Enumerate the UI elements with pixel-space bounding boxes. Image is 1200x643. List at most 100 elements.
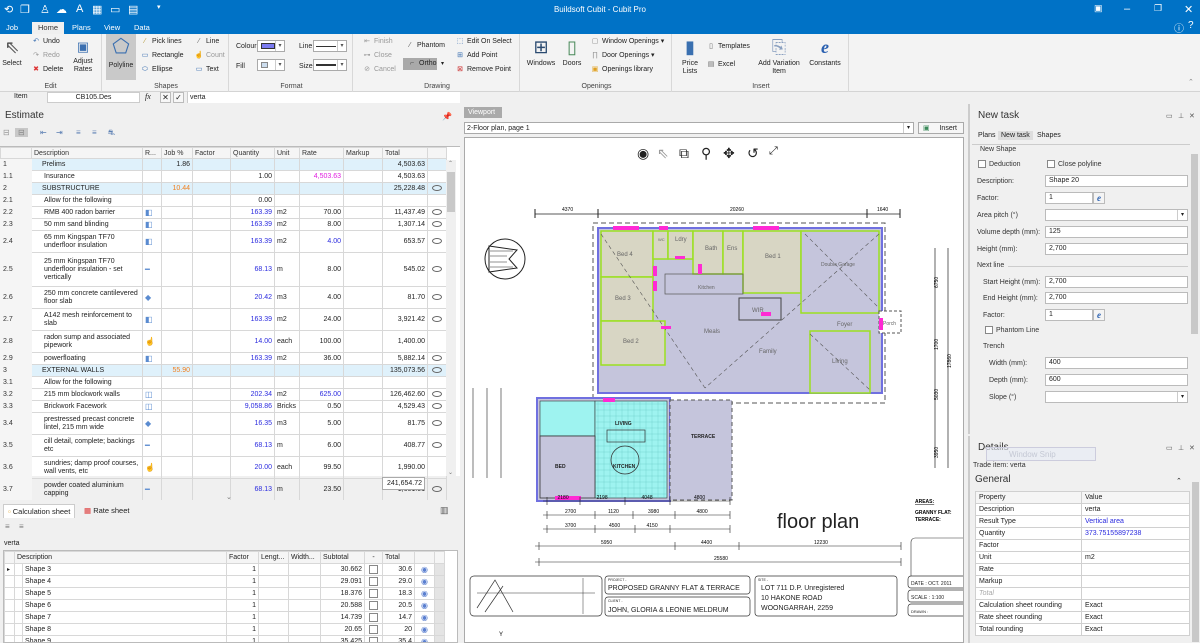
job-pct-cell[interactable] bbox=[161, 388, 193, 401]
doors-button[interactable]: ▯ Doors bbox=[560, 36, 584, 68]
tab-data[interactable]: Data bbox=[128, 22, 156, 34]
table-row[interactable]: 3.1 Allow for the following bbox=[0, 376, 447, 389]
job-pct-cell[interactable] bbox=[161, 206, 193, 219]
total-cell[interactable]: 29.0 bbox=[382, 575, 416, 588]
insert-row-above-icon[interactable]: ≡ bbox=[76, 128, 81, 137]
factor-cell[interactable] bbox=[192, 364, 231, 377]
close-button[interactable]: ✕ bbox=[1184, 3, 1193, 16]
unit-cell[interactable]: m bbox=[274, 434, 300, 457]
deduct-checkbox[interactable] bbox=[369, 613, 379, 622]
width-cell[interactable] bbox=[288, 599, 322, 612]
col-width[interactable]: Width... bbox=[288, 551, 322, 564]
unit-cell[interactable]: Bricks bbox=[274, 400, 300, 413]
rate-cell[interactable] bbox=[299, 158, 344, 171]
quantity-cell[interactable] bbox=[230, 182, 275, 195]
measure-type-cell[interactable]: ━ bbox=[142, 478, 162, 501]
eye-icon[interactable]: ◉ bbox=[421, 601, 428, 610]
quantity-cell[interactable]: 20.42 bbox=[230, 286, 275, 309]
job-pct-cell[interactable] bbox=[161, 252, 193, 287]
table-row[interactable]: 3.7 powder coated aluminium capping ━ 68.13… bbox=[0, 478, 447, 501]
estimate-scrollbar[interactable]: ⌃ ⌄ bbox=[446, 160, 456, 476]
width-cell[interactable] bbox=[288, 575, 322, 588]
factor-cell[interactable] bbox=[192, 230, 231, 253]
row-selector[interactable] bbox=[4, 587, 15, 600]
status-cell[interactable] bbox=[427, 330, 447, 353]
collapse-all-icon[interactable]: ⇤ bbox=[40, 128, 47, 137]
quantity-cell[interactable]: 20.00 bbox=[230, 456, 275, 479]
job-pct-cell[interactable] bbox=[161, 434, 193, 457]
start-height-field[interactable]: 2,700 bbox=[1045, 276, 1188, 288]
unit-cell[interactable]: m3 bbox=[274, 286, 300, 309]
markup-cell[interactable] bbox=[343, 158, 383, 171]
property-value[interactable] bbox=[1081, 587, 1190, 600]
rate-cell[interactable]: 24.00 bbox=[299, 308, 344, 331]
window-openings-button[interactable]: ▢ Window Openings ▾ bbox=[590, 37, 665, 47]
property-row[interactable]: Result Type Vertical area bbox=[975, 515, 1190, 528]
status-cell[interactable] bbox=[427, 158, 447, 171]
add-row-icon[interactable]: ≡ bbox=[5, 522, 10, 531]
measure-type-cell[interactable] bbox=[142, 170, 162, 183]
rate-cell[interactable]: 0.50 bbox=[299, 400, 344, 413]
insert-row-below-icon[interactable]: ≡ bbox=[92, 128, 97, 137]
property-value[interactable]: Exact bbox=[1081, 623, 1190, 636]
table-row[interactable]: 2.6 250 mm concrete cantilevered floor sl… bbox=[0, 286, 447, 309]
table-row[interactable]: 2.8 radon sump and associated pipework ☝ 14… bbox=[0, 330, 447, 353]
rate-cell[interactable]: 5.00 bbox=[299, 412, 344, 435]
deduct-checkbox[interactable] bbox=[369, 625, 379, 634]
measure-type-cell[interactable]: ◆ bbox=[142, 412, 162, 435]
col-factor[interactable]: Factor bbox=[226, 551, 260, 564]
row-selector[interactable]: ▸ bbox=[4, 563, 15, 576]
constants-button[interactable]: e Constants bbox=[806, 36, 844, 68]
table-row[interactable]: Shape 6 1 20.588 20.5 ◉ bbox=[4, 599, 446, 612]
measure-type-cell[interactable]: ☝ bbox=[142, 456, 162, 479]
unit-cell[interactable]: m2 bbox=[274, 308, 300, 331]
table-row[interactable]: 2.5 25 mm Kingspan TF70 underfloor insula… bbox=[0, 252, 447, 287]
rate-cell[interactable] bbox=[299, 376, 344, 389]
description-cell[interactable]: RMB 400 radon barrier bbox=[31, 206, 143, 219]
unit-cell[interactable]: m2 bbox=[274, 206, 300, 219]
volume-depth-field[interactable]: 125 bbox=[1045, 226, 1188, 238]
phantom-line-checkbox[interactable] bbox=[985, 326, 993, 334]
pin-icon[interactable]: 📌 bbox=[442, 112, 452, 121]
total-cell[interactable]: 653.57 bbox=[382, 230, 428, 253]
count-button[interactable]: ☝ Count bbox=[194, 51, 225, 61]
tab-job[interactable]: Job bbox=[0, 22, 24, 34]
description-cell[interactable]: Shape 3 bbox=[21, 563, 228, 576]
status-cell[interactable] bbox=[427, 434, 447, 457]
expand-all-icon[interactable]: ⇥ bbox=[56, 128, 63, 137]
finish-button[interactable]: ⇤ Finish bbox=[362, 37, 393, 47]
table-row[interactable]: 2 SUBSTRUCTURE 10.44 25,228.48 bbox=[0, 182, 447, 195]
rate-cell[interactable]: 6.00 bbox=[299, 434, 344, 457]
total-cell[interactable]: 408.77 bbox=[382, 434, 428, 457]
row-number[interactable]: 2.3 bbox=[0, 218, 32, 231]
measure-type-cell[interactable]: ☝ bbox=[142, 330, 162, 353]
redo-button[interactable]: ↷ Redo bbox=[31, 51, 60, 61]
job-pct-cell[interactable]: 55.90 bbox=[161, 364, 193, 377]
height-field[interactable]: 2,700 bbox=[1045, 243, 1188, 255]
measure-type-cell[interactable]: ◧ bbox=[142, 230, 162, 253]
end-height-field[interactable]: 2,700 bbox=[1045, 292, 1188, 304]
total-cell[interactable]: 1,990.00 bbox=[382, 456, 428, 479]
row-number[interactable]: 2.6 bbox=[0, 286, 32, 309]
job-pct-cell[interactable] bbox=[161, 230, 193, 253]
windows-button[interactable]: ⊞ Windows bbox=[526, 36, 556, 68]
rate-cell[interactable]: 70.00 bbox=[299, 206, 344, 219]
pick-lines-button[interactable]: ⁄ Pick lines bbox=[140, 37, 181, 47]
property-row[interactable]: Total rounding Exact bbox=[975, 623, 1190, 636]
float-panel-icon[interactable]: ▭ bbox=[1166, 444, 1173, 452]
status-cell[interactable] bbox=[427, 230, 447, 253]
deduction-checkbox[interactable] bbox=[978, 160, 986, 168]
property-row[interactable]: Rate bbox=[975, 563, 1190, 576]
tab-home[interactable]: Home bbox=[32, 22, 65, 34]
description-cell[interactable]: cill detail, complete; backings etc bbox=[31, 434, 143, 457]
property-value[interactable]: Exact bbox=[1081, 599, 1190, 612]
factor-cell[interactable] bbox=[192, 400, 231, 413]
deduct-cell[interactable] bbox=[364, 587, 384, 600]
markup-cell[interactable] bbox=[343, 400, 383, 413]
deduct-cell[interactable] bbox=[364, 623, 384, 636]
length-cell[interactable] bbox=[258, 623, 290, 636]
cancel-formula-button[interactable]: ✕ bbox=[160, 92, 171, 103]
total-cell[interactable]: 30.6 bbox=[382, 563, 416, 576]
length-cell[interactable] bbox=[258, 599, 290, 612]
visibility-cell[interactable]: ◉ bbox=[414, 563, 436, 576]
